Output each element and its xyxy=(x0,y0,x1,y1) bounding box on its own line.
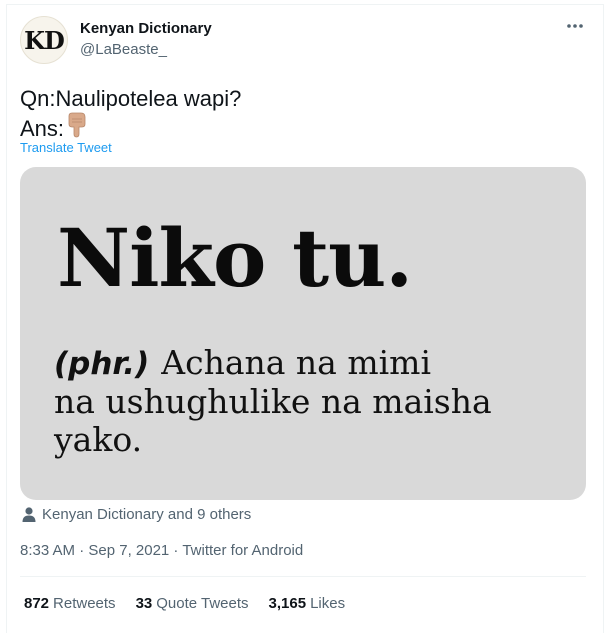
tweet-text: Qn:Naulipotelea wapi? Ans: xyxy=(20,86,241,144)
image-definition: (phr.) Achana na mimi na ushughulike na m… xyxy=(54,344,492,459)
likes-count: 3,165 xyxy=(268,595,307,612)
retweets-count: 872 xyxy=(24,595,50,612)
tweet-text-ans: Ans: xyxy=(20,116,65,141)
quote-tweets-label: Quote Tweets xyxy=(156,595,249,612)
person-icon xyxy=(22,507,36,522)
likes-stat[interactable]: 3,165 Likes xyxy=(269,595,346,612)
definition-line-3: yako. xyxy=(54,420,143,459)
tweet-text-line-1: Qn:Naulipotelea wapi? xyxy=(20,86,242,111)
definition-line-1: (phr.) Achana na mimi xyxy=(54,344,492,383)
quote-tweets-stat[interactable]: 33 Quote Tweets xyxy=(136,595,249,612)
definition-text-1: Achana na mimi xyxy=(161,343,432,382)
liked-by[interactable]: Kenyan Dictionary and 9 others xyxy=(22,506,251,523)
retweets-label: Retweets xyxy=(53,595,116,612)
quote-tweets-count: 33 xyxy=(135,595,153,612)
retweets-stat[interactable]: 872 Retweets xyxy=(24,595,116,612)
part-of-speech: (phr.) xyxy=(54,346,150,382)
tweet-timestamp[interactable]: 8:33 AM · Sep 7, 2021 · Twitter for Andr… xyxy=(20,542,303,559)
liked-by-text: Kenyan Dictionary and 9 others xyxy=(42,506,252,523)
definition-line-2: na ushughulike na maisha xyxy=(54,382,492,421)
translate-tweet-link[interactable]: Translate Tweet xyxy=(20,140,112,155)
likes-label: Likes xyxy=(310,595,346,612)
avatar[interactable]: KD xyxy=(20,16,68,64)
tweet-stats: 872 Retweets 33 Quote Tweets 3,165 Likes xyxy=(24,595,365,612)
divider xyxy=(20,576,586,577)
more-options-icon[interactable] xyxy=(566,16,584,34)
author-name[interactable]: Kenyan Dictionary xyxy=(80,20,212,37)
tweet-image[interactable]: Niko tu. (phr.) Achana na mimi na ushughu… xyxy=(20,167,586,500)
avatar-logo-text: KD xyxy=(24,25,65,55)
author-handle[interactable]: @LaBeaste_ xyxy=(80,41,167,58)
image-headword: Niko tu. xyxy=(57,211,413,305)
